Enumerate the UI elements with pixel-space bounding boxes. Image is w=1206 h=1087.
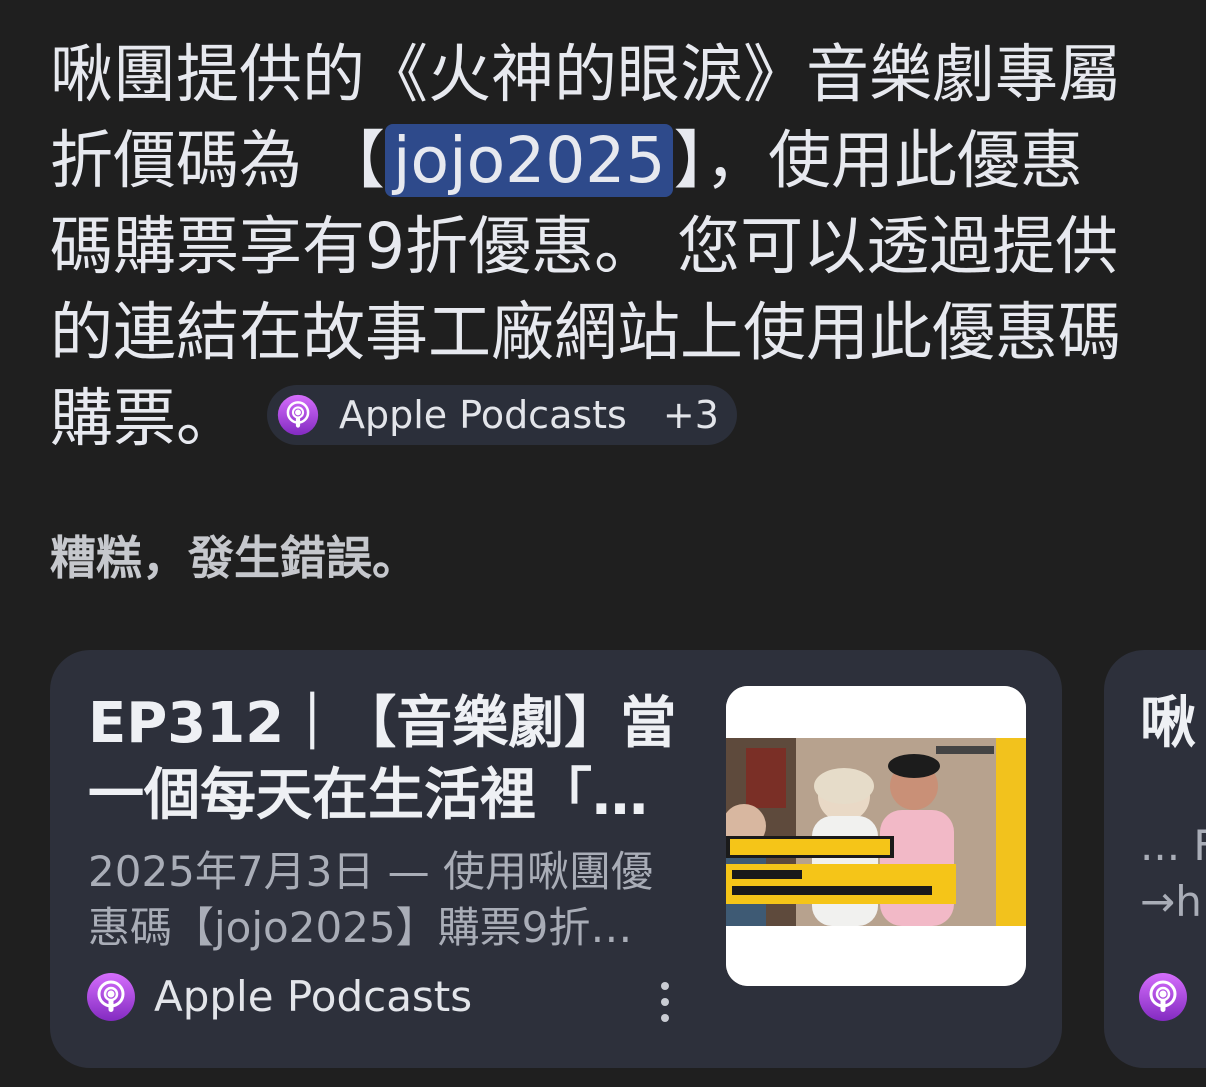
card-snippet: ... F →h [1140,821,1206,926]
card-title[interactable]: EP312｜【音樂劇】當 一個每天在生活裡「… [88,688,688,832]
card-title[interactable]: 啾 [1140,688,1196,760]
thumbnail-image [726,686,1026,986]
source-chip-more: +3 [662,392,719,437]
podcasts-icon [1139,973,1187,1021]
card-source-label: Apple Podcasts [154,972,473,1021]
search-answer-screen: 啾團提供的《火神的眼淚》音樂劇專屬折價碼為 【jojo2025 】，使用此優惠碼購… [0,0,1206,1087]
source-chip[interactable]: Apple Podcasts +3 [267,384,737,445]
ai-answer: 啾團提供的《火神的眼淚》音樂劇專屬折價碼為 【jojo2025 】，使用此優惠碼購… [50,32,1130,462]
card-source: Apple Podcasts [86,972,472,1022]
podcasts-icon [277,394,319,436]
card-snippet: 2025年7月3日 — 使用啾團優 惠碼【jojo2025】購票9折… [88,847,654,952]
source-card-2[interactable]: 啾 ... F →h [1104,650,1206,1068]
source-chip-label: Apple Podcasts [339,392,627,437]
episode-thumbnail[interactable] [726,686,1026,986]
error-message: 糟糕，發生錯誤。 [50,531,418,585]
answer-paragraph: 啾團提供的《火神的眼淚》音樂劇專屬折價碼為 【jojo2025 】，使用此優惠碼購… [50,32,1130,462]
more-options-icon[interactable] [650,982,680,1022]
discount-code-highlight[interactable]: jojo2025 [385,124,674,197]
source-card[interactable]: EP312｜【音樂劇】當 一個每天在生活裡「… 2025年7月3日 — 使用啾團… [50,650,1062,1068]
podcasts-icon [87,973,135,1021]
